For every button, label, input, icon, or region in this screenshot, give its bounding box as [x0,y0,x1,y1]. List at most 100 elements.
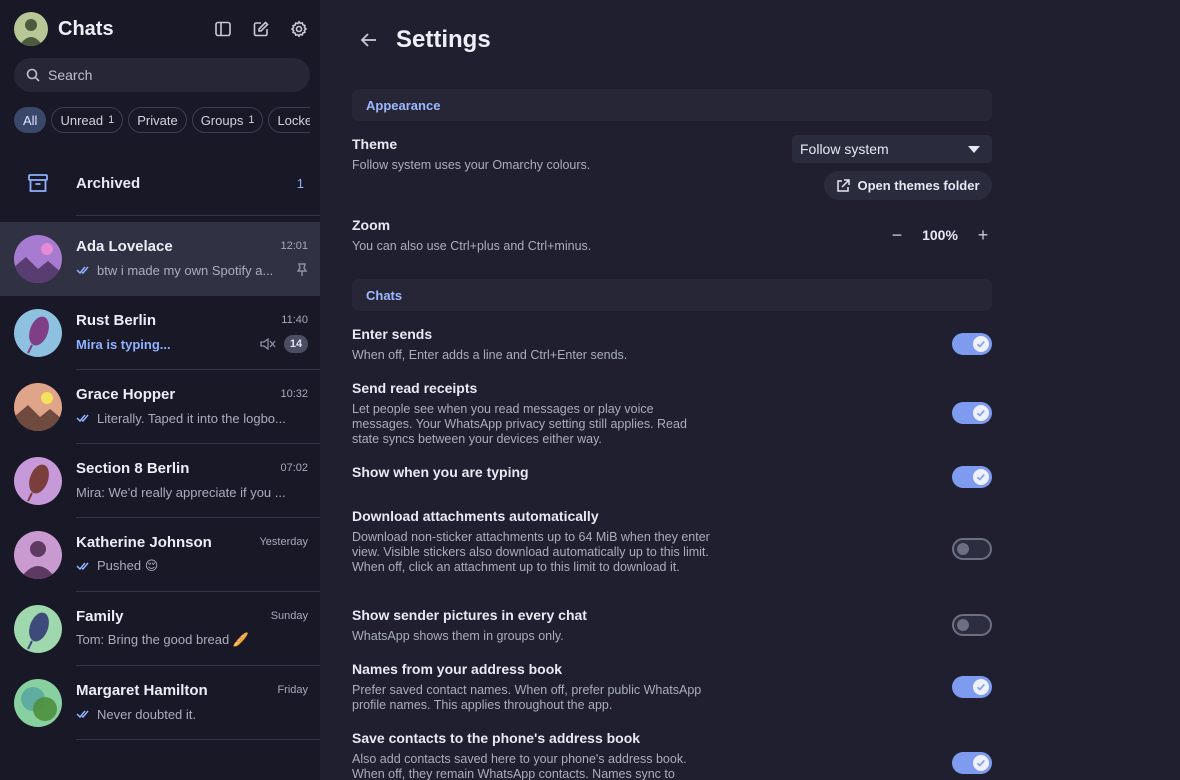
back-arrow-icon[interactable] [358,29,380,51]
app-window: Chats Search All Unread 1 Private Groups 1 [0,0,1180,780]
option-typing-indicator: Show when you are typing [352,464,992,488]
archive-icon [0,173,76,193]
typing-indicator: Mira is typing... [76,336,171,352]
filter-private[interactable]: Private [128,107,187,133]
filter-label: All [23,112,38,128]
zoom-value: 100% [922,227,958,243]
chat-row-family[interactable]: Family Sunday Tom: Bring the good bread 🥖 [0,592,320,666]
option-sender-pictures: Show sender pictures in every chat Whats… [352,607,992,644]
avatar [14,679,62,727]
chat-preview: Never doubted it. [97,706,197,722]
option-title: Send read receipts [352,380,478,396]
option-title: Enter sends [352,326,433,342]
open-themes-folder-button[interactable]: Open themes folder [824,171,992,200]
settings-header: Settings [358,26,491,54]
theme-select[interactable]: Follow system [792,135,992,163]
theme-select-value: Follow system [800,141,889,157]
option-description: Download non-sticker attachments up to 6… [352,530,710,574]
settings-panel: Settings Appearance Theme Follow system … [320,0,1180,780]
chat-row-katherine-johnson[interactable]: Katherine Johnson Yesterday Pushed 😌 [0,518,320,592]
archived-count: 1 [296,175,304,191]
chat-name: Rust Berlin [76,311,157,329]
external-link-icon [837,178,851,192]
toggle-sidebar-icon[interactable] [212,18,234,40]
archived-row[interactable]: Archived 1 [0,158,320,208]
avatar [14,383,62,431]
chat-name: Katherine Johnson [76,533,212,551]
search-icon [26,68,40,82]
muted-icon [260,338,276,350]
chat-row-rust-berlin[interactable]: Rust Berlin 11:40 Mira is typing... 14 [0,296,320,370]
filter-locked[interactable]: Locke [268,107,310,133]
option-description: When off, Enter adds a line and Ctrl+Ent… [352,348,628,362]
double-check-icon [76,414,89,423]
filter-label: Groups [200,112,244,128]
typing-indicator-toggle[interactable] [952,466,992,488]
option-enter-sends: Enter sends When off, Enter adds a line … [352,326,992,363]
chat-row-ada-lovelace[interactable]: Ada Lovelace 12:01 btw i made my own Spot… [0,222,320,296]
chat-filters: All Unread 1 Private Groups 1 Locke [14,107,310,133]
option-description: Also add contacts saved here to your pho… [352,752,687,780]
chat-time: Sunday [270,610,308,622]
option-auto-download: Download attachments automatically Downl… [352,508,992,575]
address-book-names-toggle[interactable] [952,676,992,698]
filter-all[interactable]: All [14,107,47,133]
my-profile-avatar[interactable] [14,12,48,46]
chat-name: Grace Hopper [76,385,176,403]
option-description: WhatsApp shows them in groups only. [352,629,564,643]
caret-down-icon [968,146,980,153]
zoom-in-button[interactable]: + [974,226,992,244]
chat-row-section-8-berlin[interactable]: Section 8 Berlin 07:02 Mira: We'd really … [0,444,320,518]
double-check-icon [76,266,89,275]
filter-unread[interactable]: Unread 1 [51,107,124,133]
zoom-out-button[interactable]: − [888,226,906,244]
option-description: Prefer saved contact names. When off, pr… [352,683,702,712]
check-icon [973,755,989,771]
filter-groups[interactable]: Groups 1 [191,107,264,133]
double-check-icon [76,710,89,719]
page-title: Settings [396,26,491,53]
avatar [14,531,62,579]
new-chat-icon[interactable] [250,18,272,40]
sidebar-toolbar [212,18,310,40]
chat-row-margaret-hamilton[interactable]: Margaret Hamilton Friday Never doubted it… [0,666,320,740]
option-title: Names from your address book [352,661,563,677]
read-receipts-toggle[interactable] [952,402,992,424]
check-icon [973,336,989,352]
search-input[interactable]: Search [14,58,310,92]
chat-name: Family [76,607,124,625]
chat-time: 11:40 [281,314,308,326]
chat-time: 10:32 [280,388,308,400]
toggle-knob [957,543,969,555]
filter-label: Locke [277,112,310,128]
filter-count: 1 [108,114,115,126]
option-read-receipts: Send read receipts Let people see when y… [352,380,992,447]
filter-label: Private [137,112,178,128]
filter-label: Unread [60,112,104,128]
chat-row-grace-hopper[interactable]: Grace Hopper 10:32 Literally. Taped it in… [0,370,320,444]
option-description: Let people see when you read messages or… [352,402,687,446]
double-check-icon [76,562,89,571]
auto-download-toggle[interactable] [952,538,992,560]
pin-icon [296,263,308,276]
check-icon [973,405,989,421]
divider [76,215,320,216]
settings-gear-icon[interactable] [288,18,310,40]
enter-sends-toggle[interactable] [952,333,992,355]
chat-time: 12:01 [280,240,308,252]
option-title: Show when you are typing [352,464,529,480]
zoom-control: − 100% + [888,226,992,244]
chat-sidebar: Chats Search All Unread 1 Private Groups 1 [0,0,320,780]
chat-name: Margaret Hamilton [76,681,208,699]
chat-time: Yesterday [259,536,308,548]
save-contacts-toggle[interactable] [952,752,992,774]
unread-badge: 14 [284,335,308,353]
avatar [14,309,62,357]
chat-name: Section 8 Berlin [76,459,190,477]
chat-preview: Pushed 😌 [97,558,159,573]
filter-count: 1 [248,114,255,126]
sender-pictures-toggle[interactable] [952,614,992,636]
option-description: Follow system uses your Omarchy colours. [352,158,591,172]
option-description: You can also use Ctrl+plus and Ctrl+minu… [352,239,592,253]
chat-preview: Mira: We'd really appreciate if you ... [76,484,286,500]
